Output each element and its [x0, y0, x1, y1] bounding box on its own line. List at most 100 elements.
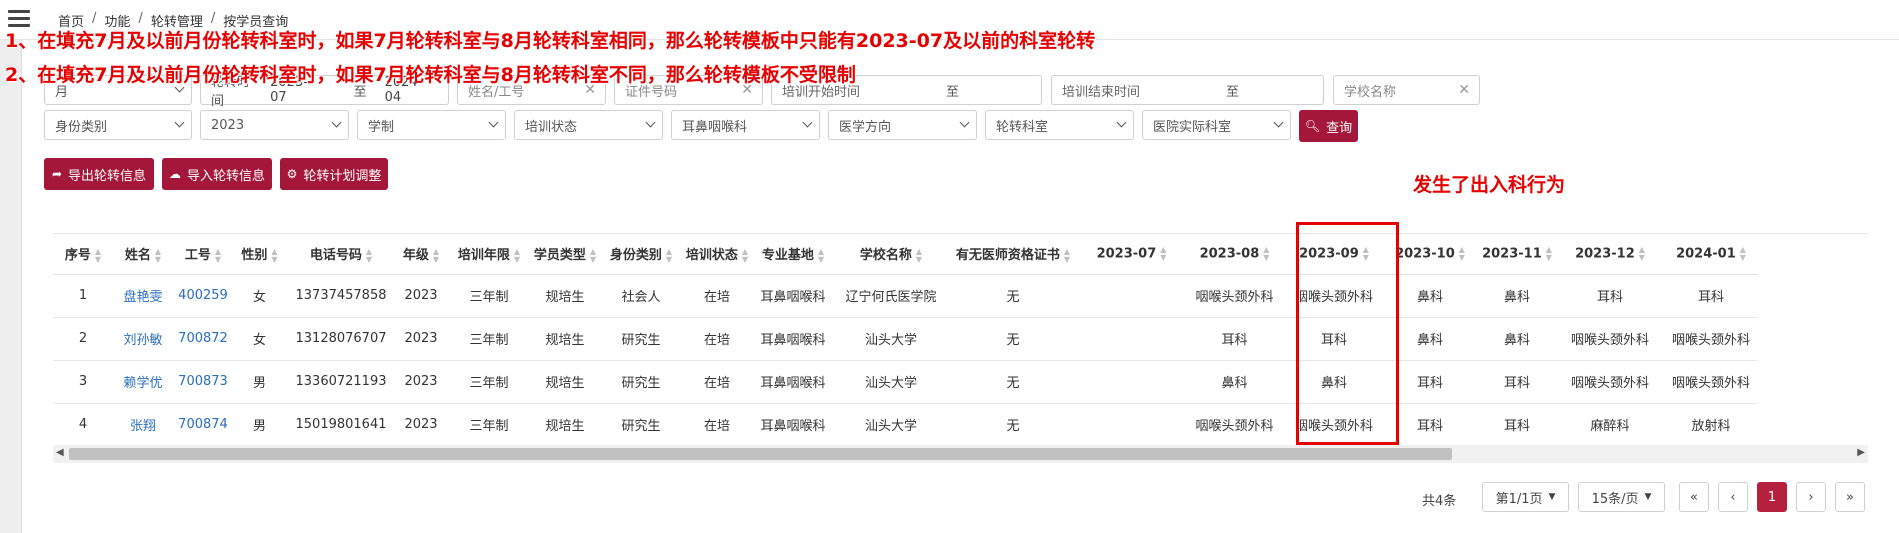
sort-icon[interactable]: ▲ ▼ — [155, 247, 161, 264]
table-cell: 女 — [233, 317, 286, 361]
sort-icon[interactable]: ▲ ▼ — [1459, 245, 1465, 262]
sort-icon[interactable]: ▲ ▼ — [666, 247, 672, 264]
column-header[interactable]: 学校名称 ▲ ▼ — [836, 234, 946, 275]
sort-icon[interactable]: ▲ ▼ — [742, 247, 748, 264]
sort-icon[interactable]: ▲ ▼ — [514, 247, 520, 264]
table-cell: 在培 — [684, 403, 750, 446]
column-header[interactable]: 2024-01 ▲ ▼ — [1664, 234, 1758, 275]
scroll-thumb[interactable] — [69, 448, 1452, 460]
sort-icon[interactable]: ▲ ▼ — [433, 247, 439, 264]
sort-icon[interactable]: ▲ ▼ — [1064, 247, 1070, 264]
sort-icon[interactable]: ▲ ▼ — [215, 247, 221, 264]
sort-icon[interactable]: ▲ ▼ — [1263, 245, 1269, 262]
column-header[interactable]: 培训状态 ▲ ▼ — [684, 234, 750, 275]
table-cell: 鼻科 — [1183, 360, 1286, 404]
column-header[interactable]: 2023-10 ▲ ▼ — [1382, 234, 1478, 275]
table-cell[interactable]: 700873 — [173, 360, 233, 404]
status-select[interactable]: 培训状态 — [514, 110, 663, 140]
column-header[interactable]: 序号 ▲ ▼ — [53, 234, 113, 275]
sort-icon[interactable]: ▲ ▼ — [590, 247, 596, 264]
table-cell: 耳科 — [1382, 403, 1478, 446]
sort-icon[interactable]: ▲ ▼ — [95, 247, 101, 264]
sort-icon[interactable]: ▲ ▼ — [1160, 245, 1166, 262]
sort-icon[interactable]: ▲ ▼ — [1740, 245, 1746, 262]
table-cell: 2023 — [396, 403, 446, 446]
sort-icon[interactable]: ▲ ▼ — [916, 247, 922, 264]
table-cell[interactable]: 盘艳雯 — [113, 274, 173, 318]
base-select[interactable]: 耳鼻咽喉科 — [671, 110, 820, 140]
column-header[interactable]: 工号 ▲ ▼ — [173, 234, 233, 275]
scroll-left-icon[interactable]: ◀ — [56, 447, 64, 458]
sort-icon[interactable]: ▲ ▼ — [1546, 245, 1552, 262]
column-header[interactable]: 有无医师资格证书 ▲ ▼ — [946, 234, 1080, 275]
column-header-label: 2023-11 — [1482, 246, 1542, 262]
export-button[interactable]: ➦ 导出轮转信息 — [44, 158, 154, 190]
last-page-button[interactable]: » — [1835, 482, 1865, 512]
table-cell: 1 — [53, 274, 113, 318]
page-size-select[interactable]: 15条/页 ▼ — [1578, 482, 1665, 512]
column-header[interactable]: 学员类型 ▲ ▼ — [532, 234, 598, 275]
column-header[interactable]: 2023-12 ▲ ▼ — [1556, 234, 1664, 275]
hospital-dept-select[interactable]: 医院实际科室 — [1142, 110, 1291, 140]
table-cell: 咽喉头颈外科 — [1556, 360, 1664, 404]
column-header[interactable]: 身份类别 ▲ ▼ — [598, 234, 684, 275]
table-cell: 研究生 — [598, 403, 684, 446]
column-header[interactable]: 培训年限 ▲ ▼ — [446, 234, 532, 275]
grade-select[interactable]: 2023 — [200, 110, 349, 140]
page-select[interactable]: 第1/1页 ▼ — [1482, 482, 1569, 512]
table-cell — [1080, 317, 1183, 361]
table-cell[interactable]: 刘孙敏 — [113, 317, 173, 361]
table-cell[interactable]: 赖学优 — [113, 360, 173, 404]
table-cell: 15019801641 — [286, 403, 396, 446]
table-row[interactable]: 2 刘孙敏 700872 女 13128076707 2023 三年制 规培生 研究生 在培 耳鼻咽… — [53, 317, 1758, 361]
table-cell: 麻醉科 — [1556, 403, 1664, 446]
sort-icon[interactable]: ▲ ▼ — [1363, 245, 1369, 262]
column-header-label: 2023-09 — [1299, 246, 1359, 262]
column-header[interactable]: 2023-09 ▲ ▼ — [1286, 234, 1382, 275]
train-end-range[interactable]: 培训结束时间 至 — [1051, 75, 1324, 105]
table-cell[interactable]: 700872 — [173, 317, 233, 361]
chevron-down-icon — [802, 117, 813, 128]
system-select[interactable]: 学制 — [357, 110, 506, 140]
import-button[interactable]: ☁ 导入轮转信息 — [162, 158, 272, 190]
column-header[interactable]: 2023-07 ▲ ▼ — [1080, 234, 1183, 275]
direction-select[interactable]: 医学方向 — [828, 110, 977, 140]
table-cell: 汕头大学 — [836, 360, 946, 404]
left-strip — [0, 40, 22, 533]
table-cell: 在培 — [684, 317, 750, 361]
dept-select[interactable]: 轮转科室 — [985, 110, 1134, 140]
column-header[interactable]: 年级 ▲ ▼ — [396, 234, 446, 275]
table-cell[interactable]: 700874 — [173, 403, 233, 446]
prev-page-button[interactable]: ‹ — [1718, 482, 1748, 512]
table-row[interactable]: 1 盘艳雯 400259 女 13737457858 2023 三年制 规培生 社会人 在培 耳鼻咽… — [53, 274, 1758, 318]
column-header[interactable]: 电话号码 ▲ ▼ — [286, 234, 396, 275]
sort-icon[interactable]: ▲ ▼ — [818, 247, 824, 264]
chevron-down-icon: ▼ — [1644, 492, 1652, 502]
column-header[interactable]: 专业基地 ▲ ▼ — [750, 234, 836, 275]
search-button[interactable]: 🔍︎ 查询 — [1299, 110, 1358, 142]
table-row[interactable]: 3 赖学优 700873 男 13360721193 2023 三年制 规培生 研究生 在培 耳鼻咽… — [53, 360, 1758, 404]
horizontal-scrollbar[interactable]: ◀ ▶ — [53, 445, 1868, 463]
table-row[interactable]: 4 张翔 700874 男 15019801641 2023 三年制 规培生 研究生 在培 耳鼻咽喉… — [53, 403, 1758, 446]
clear-icon[interactable]: ✕ — [1458, 82, 1470, 98]
sort-icon[interactable]: ▲ ▼ — [366, 247, 372, 264]
scroll-right-icon[interactable]: ▶ — [1857, 447, 1865, 458]
next-page-button[interactable]: › — [1796, 482, 1826, 512]
school-input[interactable]: 学校名称 ✕ — [1333, 75, 1480, 105]
first-page-button[interactable]: « — [1679, 482, 1709, 512]
sort-icon[interactable]: ▲ ▼ — [1639, 245, 1645, 262]
sort-icon[interactable]: ▲ ▼ — [271, 247, 277, 264]
column-header[interactable]: 姓名 ▲ ▼ — [113, 234, 173, 275]
current-page-button[interactable]: 1 — [1757, 482, 1787, 512]
column-header-label: 电话号码 — [309, 248, 362, 263]
table-cell: 规培生 — [532, 403, 598, 446]
column-header[interactable]: 2023-11 ▲ ▼ — [1478, 234, 1556, 275]
adjust-plan-button[interactable]: ⚙ 轮转计划调整 — [280, 158, 388, 190]
hospital-dept-placeholder: 医院实际科室 — [1153, 119, 1232, 135]
table-cell[interactable]: 张翔 — [113, 403, 173, 446]
school-placeholder: 学校名称 — [1344, 84, 1397, 100]
identity-select[interactable]: 身份类别 — [44, 110, 192, 140]
table-cell[interactable]: 400259 — [173, 274, 233, 318]
column-header[interactable]: 2023-08 ▲ ▼ — [1183, 234, 1286, 275]
column-header[interactable]: 性别 ▲ ▼ — [233, 234, 286, 275]
